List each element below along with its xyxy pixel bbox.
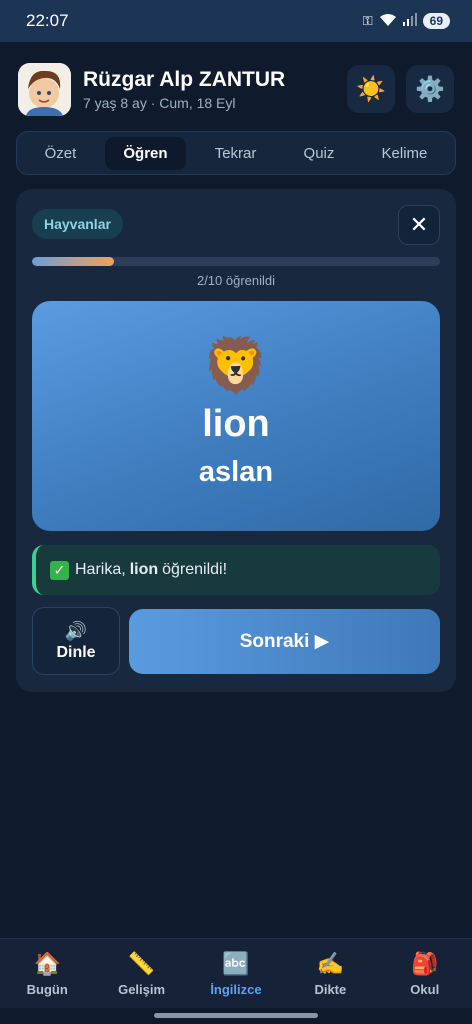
next-button[interactable]: Sonraki ▶ — [129, 609, 440, 674]
listen-button[interactable]: 🔊 Dinle — [32, 607, 120, 675]
writing-hand-icon: ✍️ — [316, 951, 345, 976]
tab-tekrar[interactable]: Tekrar — [197, 137, 275, 170]
backpack-icon: 🎒 — [411, 951, 439, 976]
status-bar: 22:07 ⚿ 69 — [0, 0, 472, 42]
settings-button[interactable]: ⚙️ — [406, 65, 454, 113]
nav-label: Okul — [410, 982, 440, 997]
gear-icon: ⚙️ — [415, 75, 445, 103]
bottom-nav: 🏠 Bugün 📏 Gelişim 🔤 İngilizce ✍️ Dikte 🎒… — [0, 938, 472, 1008]
abc-icon: 🔤 — [222, 951, 250, 976]
feedback-word: lion — [129, 561, 159, 578]
progress-fill — [32, 257, 114, 266]
avatar[interactable] — [18, 62, 71, 116]
sun-icon: ☀️ — [356, 75, 386, 103]
battery-indicator: 69 — [422, 13, 450, 29]
status-icons: ⚿ 69 — [363, 13, 450, 30]
nav-label: Gelişim — [118, 982, 166, 997]
nav-item-dikte[interactable]: ✍️ Dikte — [284, 950, 376, 997]
home-indicator[interactable] — [154, 1013, 318, 1018]
user-subtitle: 7 yaş 8 ay · Cum, 18 Eyl — [83, 94, 236, 111]
tab-kelime[interactable]: Kelime — [364, 137, 446, 170]
listen-label: Dinle — [56, 643, 96, 661]
tab-quiz[interactable]: Quiz — [286, 137, 353, 170]
tab-ozet[interactable]: Özet — [27, 137, 95, 170]
lion-icon: 🦁 — [202, 336, 270, 396]
nav-label: Dikte — [314, 982, 347, 997]
progress-bar — [32, 257, 440, 266]
check-icon: ✓ — [50, 560, 69, 580]
nav-item-bugun[interactable]: 🏠 Bugün — [1, 950, 93, 997]
card-translation: aslan — [198, 456, 274, 488]
learn-panel: Hayvanlar ✕ 2/10 öğrenildi 🦁 lion aslan … — [16, 189, 456, 692]
section-tabs: Özet Öğren Tekrar Quiz Kelime — [16, 131, 456, 175]
user-info: Rüzgar Alp ZANTUR 7 yaş 8 ay · Cum, 18 E… — [83, 68, 336, 111]
card-word: lion — [202, 403, 270, 445]
wifi-icon — [379, 13, 397, 30]
key-icon: ⚿ — [362, 13, 373, 28]
nav-label: İngilizce — [210, 982, 262, 997]
theme-toggle-button[interactable]: ☀️ — [347, 65, 395, 113]
nav-item-gelisim[interactable]: 📏 Gelişim — [96, 950, 188, 997]
close-button[interactable]: ✕ — [398, 205, 440, 245]
nav-label: Bugün — [26, 982, 68, 997]
feedback-prefix: Harika, — [75, 561, 126, 578]
home-icon: 🏠 — [33, 951, 61, 976]
speaker-icon: 🔊 — [64, 620, 88, 641]
flashcard[interactable]: 🦁 lion aslan — [32, 301, 440, 531]
tab-ogren[interactable]: Öğren — [105, 136, 186, 170]
feedback-suffix: öğrenildi! — [162, 561, 228, 578]
progress-label: 2/10 öğrenildi — [196, 273, 276, 288]
nav-item-okul[interactable]: 🎒 Okul — [379, 950, 471, 997]
profile-header: Rüzgar Alp ZANTUR 7 yaş 8 ay · Cum, 18 E… — [18, 62, 454, 116]
nav-item-ingilizce[interactable]: 🔤 İngilizce — [190, 950, 282, 997]
success-feedback: ✓ Harika, lion öğrenildi! — [32, 545, 440, 595]
category-chip: Hayvanlar — [32, 209, 123, 239]
close-icon: ✕ — [409, 212, 429, 237]
ruler-icon: 📏 — [127, 951, 156, 976]
status-time: 22:07 — [26, 11, 69, 30]
user-name: Rüzgar Alp ZANTUR — [83, 67, 286, 91]
signal-icon — [402, 13, 417, 29]
